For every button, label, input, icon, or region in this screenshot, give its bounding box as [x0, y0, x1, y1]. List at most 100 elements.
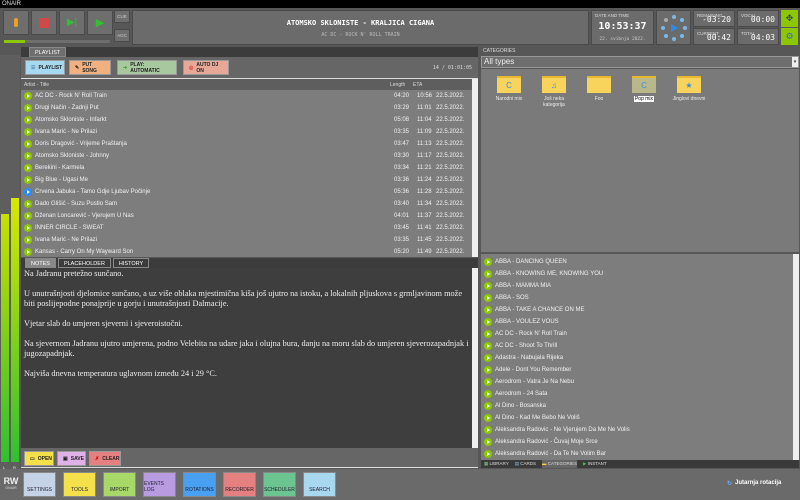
- toolbar-rotations-button[interactable]: ROTATIONS: [183, 472, 216, 497]
- library-item[interactable]: Aerodrom - Vatra Je Na Nebu: [481, 376, 793, 388]
- stop-button[interactable]: [31, 10, 57, 35]
- play-icon[interactable]: [484, 426, 492, 434]
- tab-playlist[interactable]: PLAYLIST: [29, 47, 67, 57]
- skip-next-button[interactable]: ▶|: [59, 10, 85, 35]
- playlist-row[interactable]: Ivana Marić - Ne Prilazi 03:35 11:09 22.5.2…: [21, 126, 472, 138]
- play-icon[interactable]: [484, 270, 492, 278]
- play-icon[interactable]: [484, 330, 492, 338]
- category-folder[interactable]: ★ Jinglovi dnevni: [669, 76, 709, 252]
- library-item[interactable]: Aleksandra Radović - Čuvaj Moje Srce: [481, 436, 793, 448]
- tab-placeholder[interactable]: PLACEHOLDER: [57, 258, 111, 268]
- auto-dj-button[interactable]: ◎ AUTO DJ ON: [183, 60, 229, 75]
- playlist-row[interactable]: Ivana Marić - Ne Prilazi 03:35 11:45 22.5.2…: [21, 234, 472, 246]
- tab-instant[interactable]: ▶ INSTANT: [583, 460, 607, 468]
- play-button[interactable]: ▶: [87, 10, 113, 35]
- play-icon[interactable]: [484, 282, 492, 290]
- library-item[interactable]: ABBA - DANCING QUEEN: [481, 256, 793, 268]
- cue-button[interactable]: CUE: [114, 10, 130, 23]
- toolbar-events-log-button[interactable]: EVENTS LOG: [143, 472, 176, 497]
- put-song-button[interactable]: ✎ PUT SONG: [69, 60, 111, 75]
- category-folder[interactable]: Foo: [579, 76, 619, 252]
- playlist-scrollbar[interactable]: [472, 79, 478, 257]
- play-icon[interactable]: [24, 104, 32, 112]
- play-icon[interactable]: [484, 390, 492, 398]
- rotation-status[interactable]: ↻ Jutarnja rotacija: [727, 480, 781, 487]
- play-icon[interactable]: [24, 212, 32, 220]
- library-scrollbar[interactable]: [793, 254, 799, 460]
- play-icon[interactable]: [24, 248, 32, 256]
- play-icon[interactable]: [24, 200, 32, 208]
- toolbar-settings-button[interactable]: SETTINGS: [23, 472, 56, 497]
- library-item[interactable]: Adastra - Nabujala Rijeka: [481, 352, 793, 364]
- playlist-row[interactable]: Atomsko Skloniste - Infarkt 05:08 11:04 22.…: [21, 114, 472, 126]
- library-item[interactable]: ABBA - KNOWING ME, KNOWING YOU: [481, 268, 793, 280]
- playlist-button[interactable]: ☰ PLAYLIST: [25, 60, 65, 75]
- playlist-row[interactable]: Berekini - Karmela 03:34 11:21 22.5.2022.: [21, 162, 472, 174]
- notes-textarea[interactable]: Na Jadranu pretežno sunčano. U unutrašnjo…: [21, 268, 472, 448]
- playlist-row[interactable]: Kansas - Carry On My Wayward Son 05:20 11:…: [21, 246, 472, 257]
- clear-button[interactable]: ✗ CLEAR: [89, 451, 121, 466]
- agc-button[interactable]: AGC: [114, 29, 130, 42]
- play-icon[interactable]: [24, 188, 32, 196]
- play-icon[interactable]: [24, 140, 32, 148]
- play-icon[interactable]: [484, 402, 492, 410]
- library-item[interactable]: ABBA - TAKE A CHANCE ON ME: [481, 304, 793, 316]
- play-icon[interactable]: [24, 176, 32, 184]
- category-folder[interactable]: C Pop mix: [624, 76, 664, 252]
- play-icon[interactable]: [24, 224, 32, 232]
- category-folder[interactable]: C Narodni mix: [489, 76, 529, 252]
- play-icon[interactable]: [24, 128, 32, 136]
- play-icon[interactable]: [24, 92, 32, 100]
- tab-notes[interactable]: NOTES: [25, 258, 56, 268]
- playlist-row[interactable]: Dženan Loncarević - Vjerujem U Nas 04:01 1…: [21, 210, 472, 222]
- library-item[interactable]: AC DC - Shoot To Thrill: [481, 340, 793, 352]
- tab-history[interactable]: HISTORY: [112, 258, 150, 268]
- play-icon[interactable]: [484, 294, 492, 302]
- tab-library[interactable]: ▦ LIBRARY: [484, 460, 509, 468]
- playlist-row[interactable]: Dado Glišić - Suzu Pustio Sam 03:40 11:34 2…: [21, 198, 472, 210]
- network-button[interactable]: ⚙: [781, 28, 798, 45]
- play-icon[interactable]: [484, 306, 492, 314]
- play-icon[interactable]: [484, 258, 492, 266]
- col-eta[interactable]: ETA: [413, 82, 422, 88]
- play-automatic-button[interactable]: ➜ PLAY: AUTOMATIC: [117, 60, 177, 75]
- play-icon[interactable]: [484, 378, 492, 386]
- play-icon[interactable]: [24, 152, 32, 160]
- playlist-row[interactable]: Crvena Jabuka - Tamo Gdje Ljubav Počinje…: [21, 186, 472, 198]
- library-item[interactable]: Adele - Dont You Remember: [481, 364, 793, 376]
- library-item[interactable]: Aleksandra Radović - Da Te Ne Volim Bar: [481, 448, 793, 460]
- tab-categories[interactable]: ▬ CATEGORIES: [542, 460, 577, 468]
- toolbar-import-button[interactable]: IMPORT: [103, 472, 136, 497]
- toolbar-recorder-button[interactable]: RECORDER: [223, 472, 256, 497]
- play-icon[interactable]: [484, 318, 492, 326]
- library-item[interactable]: Aerodrom - 24 Sata: [481, 388, 793, 400]
- play-icon[interactable]: [484, 414, 492, 422]
- save-button[interactable]: ▣ SAVE: [57, 451, 86, 466]
- playlist-row[interactable]: AC DC - Rock N' Roll Train 04:20 10:56 22.5…: [21, 90, 472, 102]
- library-item[interactable]: Al Dino - Kad Me Bebo Ne Voliš: [481, 412, 793, 424]
- tab-cards[interactable]: ▤ CARDS: [515, 460, 536, 468]
- play-icon[interactable]: [24, 116, 32, 124]
- library-item[interactable]: ABBA - SOS: [481, 292, 793, 304]
- playlist-row[interactable]: Big Blue - Ugasi Me 03:36 11:24 22.5.2022.: [21, 174, 472, 186]
- play-icon[interactable]: [24, 236, 32, 244]
- play-icon[interactable]: [484, 450, 492, 458]
- track-progress[interactable]: [3, 39, 111, 44]
- toolbar-scheduler-button[interactable]: SCHEDULER: [263, 472, 296, 497]
- play-icon[interactable]: [484, 438, 492, 446]
- library-item[interactable]: AC DC - Rock N' Roll Train: [481, 328, 793, 340]
- category-folder[interactable]: ♫ Još neka kategorija: [534, 76, 574, 252]
- category-type-select[interactable]: All types ▾: [481, 56, 799, 68]
- play-icon[interactable]: [24, 164, 32, 172]
- library-item[interactable]: Aleksandra Radovic - Ne Vjerujem Da Me N…: [481, 424, 793, 436]
- library-item[interactable]: ABBA - VOULEZ VOUS: [481, 316, 793, 328]
- toolbar-tools-button[interactable]: TOOLS: [63, 472, 96, 497]
- play-icon[interactable]: [484, 366, 492, 374]
- col-title[interactable]: Artist - Title: [24, 82, 49, 88]
- playlist-row[interactable]: Atomsko Skloniste - Johnny 03:30 11:17 22.5…: [21, 150, 472, 162]
- mic-button[interactable]: [3, 10, 29, 35]
- play-icon[interactable]: [484, 354, 492, 362]
- playlist-row[interactable]: Doris Dragović - Vrijeme Praštanja 03:47 1…: [21, 138, 472, 150]
- library-item[interactable]: Al Dino - Bosanska: [481, 400, 793, 412]
- open-button[interactable]: ▭ OPEN: [24, 451, 54, 466]
